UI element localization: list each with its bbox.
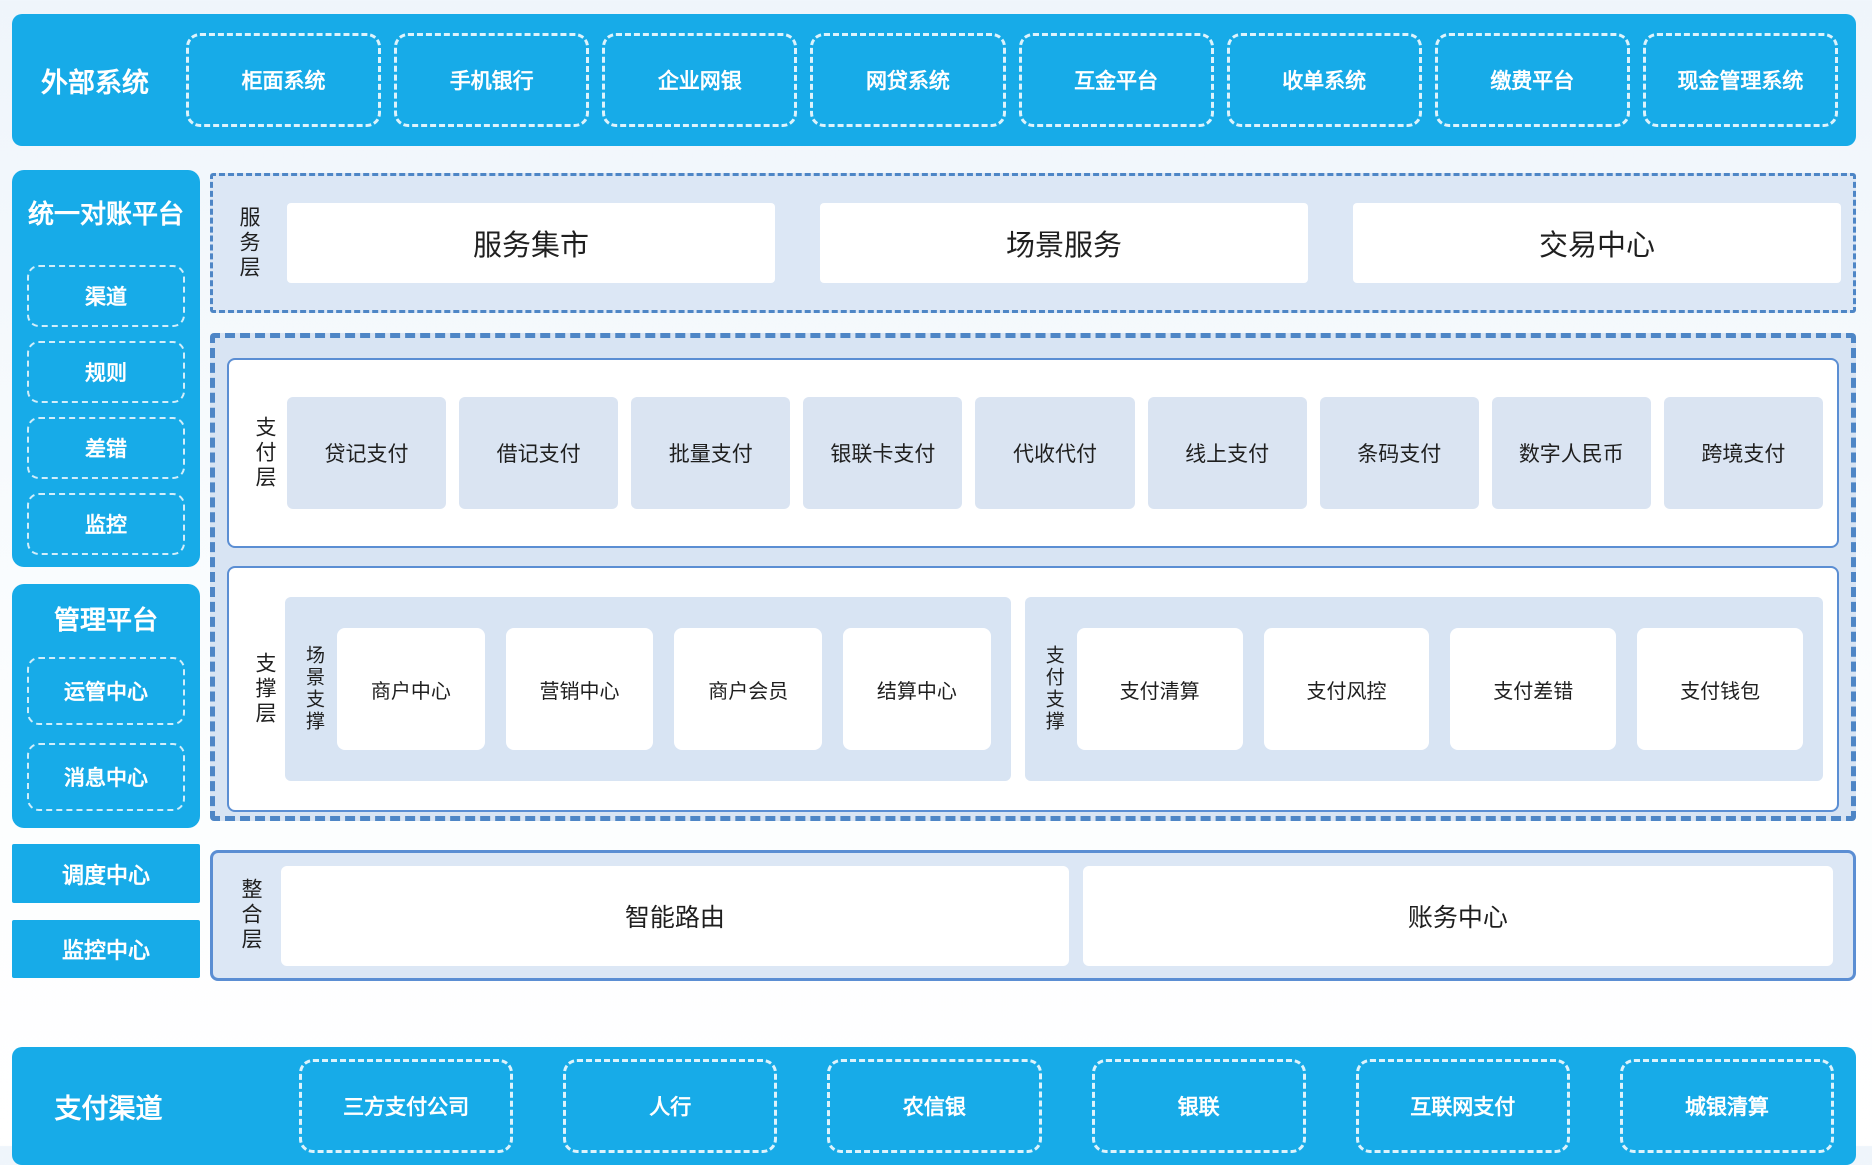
reconciliation-platform-items: 渠道 规则 差错 监控 [27, 265, 185, 555]
payment-item: 线上支付 [1148, 397, 1307, 509]
middle-region: 统一对账平台 渠道 规则 差错 监控 管理平台 运管中心 消息中心 调度中心 监… [12, 146, 1856, 1014]
payment-channel-item: 互联网支付 [1356, 1059, 1570, 1153]
payment-channel-item: 人行 [563, 1059, 777, 1153]
integration-box: 智能路由 [281, 866, 1069, 966]
service-layer-boxes: 服务集市 场景服务 交易中心 [287, 203, 1841, 283]
integration-box: 账务中心 [1083, 866, 1833, 966]
payment-item: 贷记支付 [287, 397, 446, 509]
support-item: 商户中心 [337, 628, 485, 750]
reconciliation-item: 规则 [27, 341, 185, 403]
payment-channels-title: 支付渠道 [26, 1087, 191, 1126]
payment-layer-panel: 支付层 贷记支付 借记支付 批量支付 银联卡支付 代收代付 线上支付 条码支付 … [227, 358, 1839, 548]
reconciliation-item: 差错 [27, 417, 185, 479]
external-systems-items: 柜面系统 手机银行 企业网银 网贷系统 互金平台 收单系统 缴费平台 现金管理系… [186, 33, 1838, 127]
external-system-item: 企业网银 [602, 33, 797, 127]
service-box: 场景服务 [820, 203, 1308, 283]
management-item: 消息中心 [27, 743, 185, 811]
main-architecture-area: 服务层 服务集市 场景服务 交易中心 支付层 贷记支付 借记支付 批量支付 银联… [210, 146, 1856, 1014]
management-platform-title: 管理平台 [12, 600, 200, 637]
support-layer-groups: 场景支撑 商户中心 营销中心 商户会员 结算中心 支付支撑 支付清算 支付风控 [285, 597, 1823, 781]
external-system-item: 互金平台 [1019, 33, 1214, 127]
management-platform-panel: 管理平台 运管中心 消息中心 [12, 584, 200, 828]
external-systems-bar: 外部系统 柜面系统 手机银行 企业网银 网贷系统 互金平台 收单系统 缴费平台 … [12, 14, 1856, 146]
support-item: 支付差错 [1450, 628, 1616, 750]
support-layer-label: 支撑层 [245, 652, 275, 727]
support-item: 营销中心 [506, 628, 654, 750]
support-item: 支付风控 [1264, 628, 1430, 750]
dispatch-center-box: 调度中心 [12, 844, 200, 903]
support-item: 商户会员 [674, 628, 822, 750]
monitor-center-box: 监控中心 [12, 920, 200, 978]
external-system-item: 手机银行 [394, 33, 589, 127]
payment-item: 跨境支付 [1664, 397, 1823, 509]
payment-channels-bar: 支付渠道 三方支付公司 人行 农信银 银联 互联网支付 城银清算 [12, 1047, 1856, 1165]
support-item: 支付清算 [1077, 628, 1243, 750]
payment-channel-item: 银联 [1092, 1059, 1306, 1153]
external-system-item: 缴费平台 [1435, 33, 1630, 127]
payment-channel-item: 三方支付公司 [299, 1059, 513, 1153]
payment-item: 银联卡支付 [803, 397, 962, 509]
scenario-support-group: 场景支撑 商户中心 营销中心 商户会员 结算中心 [285, 597, 1011, 781]
scenario-support-label: 场景支撑 [297, 645, 323, 733]
service-layer-panel: 服务层 服务集市 场景服务 交易中心 [210, 173, 1856, 313]
external-system-item: 网贷系统 [810, 33, 1005, 127]
external-systems-title: 外部系统 [20, 61, 170, 100]
external-system-item: 柜面系统 [186, 33, 381, 127]
payment-item: 代收代付 [975, 397, 1134, 509]
management-platform-items: 运管中心 消息中心 [27, 657, 185, 811]
payment-channel-item: 农信银 [827, 1059, 1041, 1153]
left-sidebar: 统一对账平台 渠道 规则 差错 监控 管理平台 运管中心 消息中心 调度中心 监… [12, 146, 200, 1014]
payment-item: 借记支付 [459, 397, 618, 509]
scenario-support-items: 商户中心 营销中心 商户会员 结算中心 [337, 628, 991, 750]
support-item: 结算中心 [843, 628, 991, 750]
payment-channels-items: 三方支付公司 人行 农信银 银联 互联网支付 城银清算 [299, 1059, 1834, 1153]
external-system-item: 收单系统 [1227, 33, 1422, 127]
payment-layer-label: 支付层 [245, 416, 275, 491]
external-system-item: 现金管理系统 [1643, 33, 1838, 127]
support-layer-panel: 支撑层 场景支撑 商户中心 营销中心 商户会员 结算中心 支付支撑 [227, 566, 1839, 812]
reconciliation-item: 监控 [27, 493, 185, 555]
payment-support-items: 支付清算 支付风控 支付差错 支付钱包 [1077, 628, 1803, 750]
reconciliation-platform-panel: 统一对账平台 渠道 规则 差错 监控 [12, 170, 200, 567]
payment-support-group: 支付支撑 支付清算 支付风控 支付差错 支付钱包 [1025, 597, 1823, 781]
integration-layer-boxes: 智能路由 账务中心 [281, 866, 1833, 966]
service-box: 交易中心 [1353, 203, 1841, 283]
reconciliation-platform-title: 统一对账平台 [12, 194, 200, 231]
payment-layer-items: 贷记支付 借记支付 批量支付 银联卡支付 代收代付 线上支付 条码支付 数字人民… [287, 397, 1823, 509]
integration-layer-label: 整合层 [231, 878, 261, 953]
payment-item: 条码支付 [1320, 397, 1479, 509]
service-box: 服务集市 [287, 203, 775, 283]
management-item: 运管中心 [27, 657, 185, 725]
reconciliation-item: 渠道 [27, 265, 185, 327]
payment-support-label: 支付支撑 [1037, 645, 1063, 733]
integration-layer-panel: 整合层 智能路由 账务中心 [210, 850, 1856, 981]
payment-item: 数字人民币 [1492, 397, 1651, 509]
payment-item: 批量支付 [631, 397, 790, 509]
service-layer-label: 服务层 [229, 206, 259, 281]
support-item: 支付钱包 [1637, 628, 1803, 750]
core-layers-container: 支付层 贷记支付 借记支付 批量支付 银联卡支付 代收代付 线上支付 条码支付 … [210, 333, 1856, 821]
payment-channel-item: 城银清算 [1620, 1059, 1834, 1153]
